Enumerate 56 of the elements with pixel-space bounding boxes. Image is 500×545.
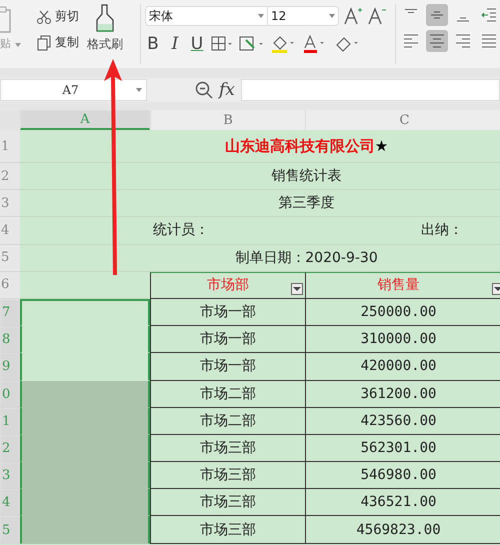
table-cell: 统计员： xyxy=(153,221,209,240)
column-header[interactable]: A xyxy=(20,110,150,130)
table-cell: 市场三部 xyxy=(150,462,305,490)
row-header[interactable]: 7 xyxy=(0,298,20,326)
table-cell: 420000.00 xyxy=(305,353,500,380)
column-heading: 市场部 xyxy=(150,272,305,299)
row-header[interactable]: 5 xyxy=(0,516,20,544)
company-name: 山东迪高科技有限公司 xyxy=(224,136,375,156)
function-button[interactable]: fx xyxy=(219,80,235,100)
table-cell: 市场一部 xyxy=(150,298,305,326)
table-cell: 市场一部 xyxy=(150,326,305,354)
row-header[interactable]: 3 xyxy=(0,190,20,218)
underline-button[interactable]: U xyxy=(189,34,205,54)
row-header[interactable]: 1 xyxy=(0,130,20,163)
table-cell: 市场三部 xyxy=(150,516,305,544)
table-cell: 出纳： xyxy=(421,221,463,240)
table-cell: 市场三部 xyxy=(150,434,305,462)
table-cell: 市场三部 xyxy=(150,489,305,516)
star-mark: ★ xyxy=(374,137,388,155)
font-size-dropdown[interactable]: 12 xyxy=(267,6,339,26)
row-header[interactable]: 4 xyxy=(0,489,20,516)
table-cell: 4569823.00 xyxy=(305,516,500,544)
bold-button[interactable]: B xyxy=(145,34,161,54)
copy-button[interactable]: 复制 xyxy=(36,34,79,51)
table-cell: 市场二部 xyxy=(150,408,305,435)
column-header[interactable]: B xyxy=(150,110,305,130)
row-header[interactable]: 5 xyxy=(0,244,20,272)
format-painter-button[interactable]: 格式刷 xyxy=(87,0,123,53)
table-cell: 361200.00 xyxy=(305,380,500,408)
table-cell: 制单日期：2020-9-30 xyxy=(150,244,500,272)
paste-button[interactable]: 贴 xyxy=(0,36,30,51)
table-cell: 436521.00 xyxy=(305,489,500,516)
table-cell: 423560.00 xyxy=(305,408,500,435)
name-box[interactable]: A7 xyxy=(0,79,147,101)
row-header[interactable]: 3 xyxy=(0,462,20,490)
table-cell: 546980.00 xyxy=(305,462,500,490)
row-header[interactable]: 0 xyxy=(0,380,20,408)
table-cell: 市场一部 xyxy=(150,353,305,380)
column-heading: 销售量 xyxy=(305,272,500,299)
italic-button[interactable]: I xyxy=(167,34,183,54)
table-cell: 销售统计表 xyxy=(150,163,500,190)
row-header[interactable]: 2 xyxy=(0,434,20,462)
row-header[interactable]: 4 xyxy=(0,217,20,245)
cut-button[interactable]: 剪切 xyxy=(36,8,79,25)
table-cell: 310000.00 xyxy=(305,326,500,354)
row-header[interactable]: 9 xyxy=(0,353,20,380)
row-header[interactable]: 6 xyxy=(0,272,20,299)
row-header[interactable]: 2 xyxy=(0,163,20,190)
table-cell: 562301.00 xyxy=(305,434,500,462)
font-name-dropdown[interactable]: 宋体 xyxy=(145,6,268,26)
table-cell: 250000.00 xyxy=(305,298,500,326)
table-cell: 第三季度 xyxy=(150,190,500,218)
table-cell: 市场二部 xyxy=(150,380,305,408)
row-header[interactable]: 8 xyxy=(0,326,20,354)
column-header[interactable]: C xyxy=(305,110,500,130)
row-header[interactable]: 1 xyxy=(0,408,20,435)
